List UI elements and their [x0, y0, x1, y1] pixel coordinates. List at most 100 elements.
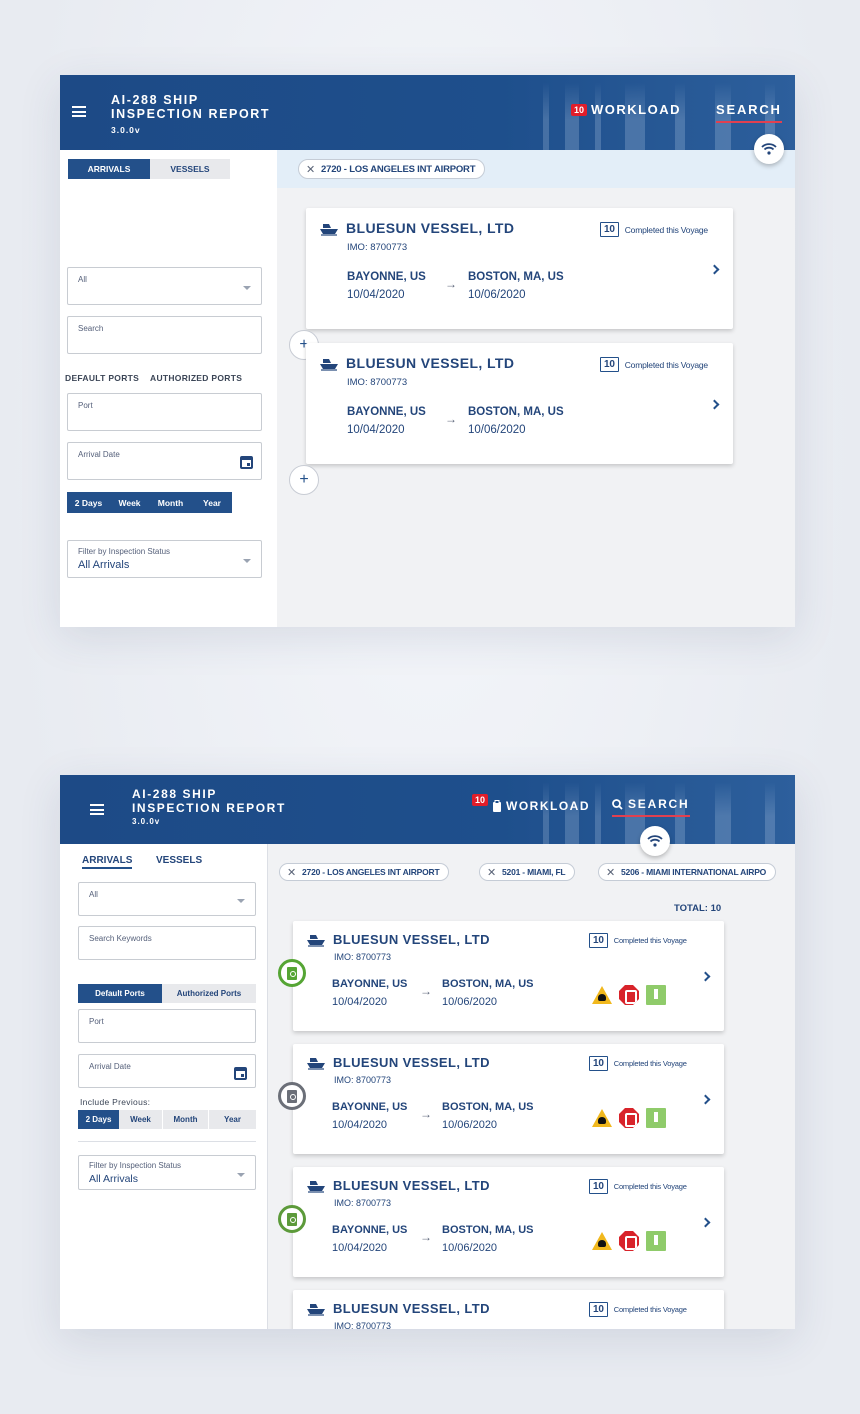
filter-chip[interactable]: ✕ 5201 - MIAMI, FL	[479, 863, 576, 881]
range-week[interactable]: Week	[119, 1110, 163, 1129]
range-2-days[interactable]: 2 Days	[67, 492, 110, 513]
ship-icon	[307, 935, 325, 947]
document-status-icon[interactable]	[278, 1082, 306, 1110]
filter-chip[interactable]: ✕ 5206 - MIAMI INTERNATIONAL AIRPO	[598, 863, 777, 881]
port-label: Port	[89, 1017, 104, 1026]
chevron-right-icon[interactable]	[709, 399, 720, 410]
arrow-right-icon: →	[445, 412, 457, 426]
warning-icon	[592, 986, 612, 1004]
origin-port: BAYONNE, US 10/04/2020	[332, 1221, 407, 1257]
tab-authorized-ports[interactable]: Authorized Ports	[162, 984, 256, 1003]
calendar-icon[interactable]	[240, 456, 253, 469]
arrival-date-field[interactable]: Arrival Date	[78, 1054, 256, 1088]
app-title: AI-288 SHIP INSPECTION REPORT	[111, 93, 271, 121]
vessel-card[interactable]: BLUESUN VESSEL, LTD IMO: 8700773 10 Comp…	[293, 1290, 724, 1329]
arrival-date-field[interactable]: Arrival Date	[67, 442, 262, 480]
chevron-right-icon[interactable]	[700, 971, 711, 982]
filter-chip[interactable]: ✕ 2720 - LOS ANGELES INT AIRPORT	[298, 159, 486, 179]
voyage-count: 10 Completed this Voyage	[589, 933, 687, 948]
search-keywords-input[interactable]: Search Keywords	[78, 926, 256, 960]
cleared-icon	[646, 1231, 666, 1251]
vessel-card[interactable]: BLUESUN VESSEL, LTD IMO: 8700773 10 Comp…	[293, 1044, 724, 1154]
search-input[interactable]: Search	[67, 316, 262, 354]
close-icon[interactable]: ✕	[487, 866, 496, 879]
tab-vessels[interactable]: VESSELS	[150, 159, 230, 179]
arrival-date-label: Arrival Date	[89, 1062, 131, 1071]
chevron-right-icon[interactable]	[709, 264, 720, 275]
warning-icon	[592, 1232, 612, 1250]
close-icon[interactable]: ✕	[287, 866, 296, 879]
vessel-imo: IMO: 8700773	[334, 1198, 392, 1208]
vessel-name: BLUESUN VESSEL, LTD	[333, 1178, 490, 1193]
warning-icon	[592, 1109, 612, 1127]
status-filter-select[interactable]: Filter by Inspection Status All Arrivals	[78, 1155, 256, 1190]
origin-date: 10/04/2020	[347, 424, 405, 436]
origin-port: BAYONNE, US 10/04/2020	[332, 975, 407, 1011]
voyage-count-number: 10	[589, 1056, 608, 1071]
calendar-icon[interactable]	[234, 1067, 247, 1080]
tab-vessels[interactable]: VESSELS	[156, 855, 202, 866]
range-year[interactable]: Year	[192, 492, 232, 513]
document-status-icon[interactable]	[278, 959, 306, 987]
screen-tablet-v2: AI-288 SHIP INSPECTION REPORT 3.0.0v 10 W…	[60, 775, 795, 1329]
status-filter-select[interactable]: Filter by Inspection Status All Arrivals	[67, 540, 262, 578]
category-select[interactable]: All	[78, 882, 256, 916]
vessel-card[interactable]: BLUESUN VESSEL, LTD IMO: 8700773 10 Comp…	[306, 208, 733, 329]
filter-chip-label: 2720 - LOS ANGELES INT AIRPORT	[321, 163, 476, 175]
stop-icon	[619, 1231, 639, 1251]
add-vessel-button[interactable]: +	[289, 465, 319, 495]
origin-date: 10/04/2020	[347, 289, 405, 301]
ship-icon	[307, 1181, 325, 1193]
category-select[interactable]: All	[67, 267, 262, 305]
port-field[interactable]: Port	[67, 393, 262, 431]
chevron-right-icon[interactable]	[700, 1094, 711, 1105]
range-year[interactable]: Year	[209, 1110, 256, 1129]
search-placeholder: Search	[78, 324, 104, 333]
voyage-count-number: 10	[600, 357, 619, 372]
workload-label: WORKLOAD	[591, 102, 682, 117]
chevron-down-icon	[237, 1172, 245, 1177]
search-icon	[612, 798, 623, 810]
filter-chip[interactable]: ✕ 2720 - LOS ANGELES INT AIRPORT	[279, 863, 450, 881]
results-panel: ✕ 2720 - LOS ANGELES INT AIRPORT ✕ 5201 …	[268, 844, 795, 1329]
menu-icon[interactable]	[72, 106, 86, 117]
origin-date: 10/04/2020	[332, 1119, 388, 1131]
destination-port: BOSTON, MA, US 10/06/2020	[442, 1098, 533, 1134]
search-keywords-placeholder: Search Keywords	[89, 934, 152, 943]
category-select-value: All	[89, 890, 98, 899]
wifi-icon[interactable]	[640, 826, 670, 856]
ship-icon	[307, 1304, 325, 1316]
range-month[interactable]: Month	[149, 492, 192, 513]
port-field[interactable]: Port	[78, 1009, 256, 1043]
authorized-ports-heading[interactable]: AUTHORIZED PORTS	[150, 373, 242, 383]
destination-port: BOSTON, MA, US 10/06/2020	[468, 268, 564, 304]
range-2-days[interactable]: 2 Days	[78, 1110, 119, 1129]
filter-chip-label: 5206 - MIAMI INTERNATIONAL AIRPO	[621, 867, 767, 877]
destination-port: BOSTON, MA, US 10/06/2020	[468, 403, 564, 439]
vessel-card[interactable]: BLUESUN VESSEL, LTD IMO: 8700773 10 Comp…	[293, 1167, 724, 1277]
close-icon[interactable]: ✕	[606, 866, 615, 879]
menu-icon[interactable]	[90, 804, 104, 815]
ship-icon	[307, 1058, 325, 1070]
workload-nav[interactable]: 10 WORKLOAD	[472, 794, 590, 813]
voyage-count-number: 10	[589, 933, 608, 948]
document-status-icon[interactable]	[278, 1205, 306, 1233]
vessel-card[interactable]: BLUESUN VESSEL, LTD IMO: 8700773 10 Comp…	[306, 343, 733, 464]
wifi-icon[interactable]	[754, 134, 784, 164]
search-nav[interactable]: SEARCH	[612, 797, 690, 817]
chevron-right-icon[interactable]	[700, 1217, 711, 1228]
workload-nav[interactable]: 10 WORKLOAD	[571, 102, 681, 117]
tab-arrivals[interactable]: ARRIVALS	[82, 855, 133, 869]
close-icon[interactable]: ✕	[306, 163, 315, 176]
range-month[interactable]: Month	[163, 1110, 209, 1129]
destination-date: 10/06/2020	[442, 996, 498, 1008]
arrival-date-label: Arrival Date	[78, 450, 120, 459]
tab-default-ports[interactable]: Default Ports	[78, 984, 162, 1003]
tab-arrivals[interactable]: ARRIVALS	[68, 159, 150, 179]
search-nav[interactable]: SEARCH	[716, 102, 782, 123]
default-ports-heading[interactable]: DEFAULT PORTS	[65, 373, 139, 383]
range-week[interactable]: Week	[110, 492, 149, 513]
vessel-card[interactable]: BLUESUN VESSEL, LTD IMO: 8700773 10 Comp…	[293, 921, 724, 1031]
view-tabs: ARRIVALS VESSELS	[68, 159, 230, 179]
search-nav-label: SEARCH	[716, 102, 782, 117]
